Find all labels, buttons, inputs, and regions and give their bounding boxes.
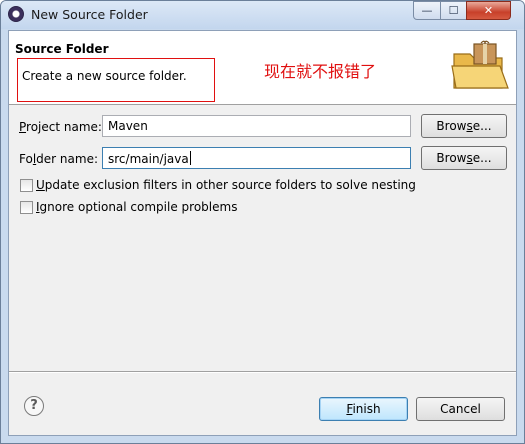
update-exclusion-checkbox[interactable] <box>20 179 33 192</box>
project-browse-button[interactable]: Browse... <box>421 114 507 138</box>
ignore-optional-checkbox[interactable] <box>20 201 33 214</box>
update-exclusion-label[interactable]: Update exclusion filters in other source… <box>36 178 416 192</box>
annotation-text: 现在就不报错了 <box>264 62 377 81</box>
text-caret <box>189 151 191 165</box>
maximize-button[interactable]: ☐ <box>440 1 467 20</box>
folder-name-label: Folder name: <box>19 152 98 166</box>
minimize-button[interactable]: — <box>413 1 441 20</box>
help-icon[interactable]: ? <box>24 396 44 416</box>
wizard-banner: Source Folder Create a new source folder… <box>9 31 516 105</box>
folder-name-field[interactable]: src/main/java <box>102 147 411 169</box>
project-name-field[interactable]: Maven <box>102 115 411 137</box>
banner-title: Source Folder <box>15 42 109 56</box>
footer-separator <box>9 371 516 373</box>
cancel-button[interactable]: Cancel <box>416 397 505 421</box>
window-title: New Source Folder <box>31 7 148 22</box>
close-button[interactable]: ✕ <box>466 1 511 20</box>
new-source-folder-dialog: New Source Folder — ☐ ✕ Source Folder Cr… <box>0 0 525 444</box>
project-name-label: Project name: <box>19 120 102 134</box>
eclipse-icon <box>8 6 24 22</box>
highlight-box <box>17 58 215 102</box>
dialog-content: Source Folder Create a new source folder… <box>8 30 517 436</box>
title-bar[interactable]: New Source Folder — ☐ ✕ <box>1 1 524 29</box>
folder-package-icon <box>451 40 509 89</box>
finish-button[interactable]: Finish <box>319 397 408 421</box>
ignore-optional-label[interactable]: Ignore optional compile problems <box>36 200 237 214</box>
folder-browse-button[interactable]: Browse... <box>421 146 507 170</box>
